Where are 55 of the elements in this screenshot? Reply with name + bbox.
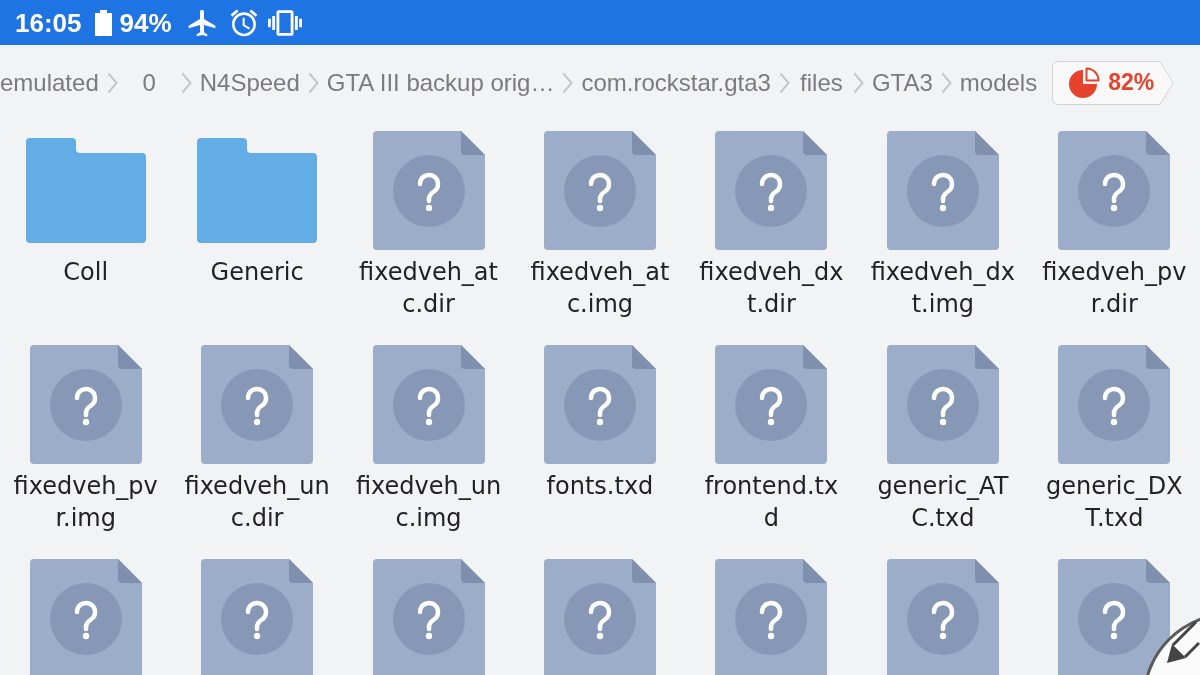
file-name: generic_ATC.txd	[876, 471, 1010, 534]
chevron-icon	[562, 71, 574, 94]
unknown-file-icon[interactable]	[544, 345, 656, 464]
unknown-file-icon[interactable]	[372, 131, 485, 250]
file-name: frontend.txd	[703, 471, 840, 534]
unknown-file-icon[interactable]	[544, 131, 656, 250]
unknown-file-icon[interactable]	[715, 559, 828, 675]
clock-time: 16:05	[15, 7, 82, 38]
breadcrumb-link[interactable]: com.rockstar.gta3	[573, 67, 779, 98]
unknown-file-icon[interactable]	[1058, 131, 1171, 250]
battery-percent: 94%	[119, 7, 172, 38]
storage-usage-button[interactable]: 82%	[1052, 60, 1175, 105]
unknown-file-icon[interactable]	[201, 345, 314, 464]
chevron-icon	[106, 71, 118, 94]
chevron-icon	[852, 71, 864, 94]
unknown-file-icon[interactable]	[886, 345, 999, 464]
file-name: fixedveh_unc.dir	[184, 471, 330, 534]
breadcrumb-link[interactable]: GTA3	[863, 67, 941, 98]
unknown-file-icon[interactable]	[886, 559, 999, 675]
breadcrumb-link[interactable]: N4Speed	[191, 67, 308, 98]
unknown-file-icon[interactable]	[544, 559, 656, 675]
file-name: fixedveh_dxt.img	[870, 257, 1016, 320]
file-name: fixedveh_pvr.img	[12, 471, 159, 534]
unknown-file-icon[interactable]	[1058, 345, 1171, 464]
breadcrumb-link[interactable]: files	[789, 67, 853, 98]
breadcrumb-link[interactable]: emulated	[0, 67, 99, 98]
folder-icon[interactable]	[197, 138, 318, 243]
unknown-file-icon[interactable]	[715, 131, 828, 250]
file-name: generic_DXT.txd	[1044, 471, 1184, 534]
chevron-icon	[180, 71, 192, 94]
breadcrumb-link[interactable]: 0	[117, 67, 181, 98]
chevron-icon	[307, 71, 319, 94]
unknown-file-icon[interactable]	[29, 559, 142, 675]
breadcrumb-link[interactable]: GTA III backup orig…	[318, 67, 563, 98]
pencil-icon	[1167, 620, 1200, 663]
unknown-file-icon[interactable]	[201, 559, 314, 675]
unknown-file-icon[interactable]	[29, 345, 142, 464]
chevron-icon	[778, 71, 790, 94]
file-name: Coll	[62, 257, 110, 288]
unknown-file-icon[interactable]	[715, 345, 828, 464]
breadcrumb-link[interactable]: models	[951, 67, 1046, 98]
unknown-file-icon[interactable]	[886, 131, 999, 250]
unknown-file-icon[interactable]	[372, 559, 485, 675]
file-name: fixedveh_dxt.dir	[698, 257, 845, 320]
pie-chart-icon	[1069, 67, 1101, 98]
file-name: fixedveh_atc.dir	[358, 257, 499, 320]
file-name: fixedveh_atc.img	[529, 257, 671, 320]
folder-icon[interactable]	[25, 138, 146, 243]
chevron-icon	[940, 71, 952, 94]
file-name: fixedveh_unc.img	[355, 471, 502, 534]
file-name: fixedveh_pvr.dir	[1041, 257, 1188, 320]
battery-icon	[94, 9, 112, 36]
unknown-file-icon[interactable]	[372, 345, 485, 464]
file-name: fonts.txd	[545, 471, 655, 502]
file-name: Generic	[209, 257, 305, 288]
